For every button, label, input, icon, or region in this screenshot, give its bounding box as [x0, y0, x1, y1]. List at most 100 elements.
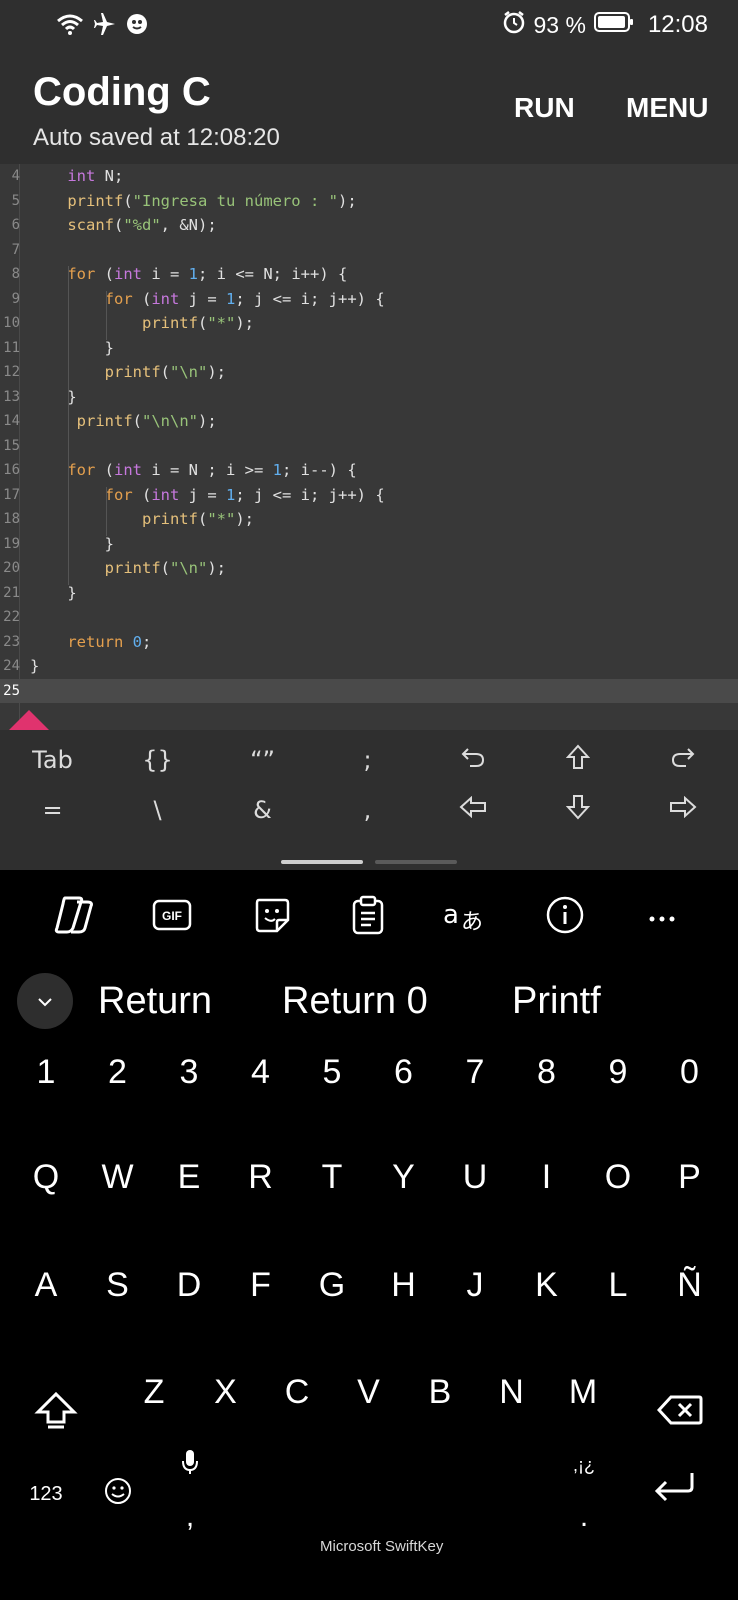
key-a[interactable]: A — [14, 1253, 78, 1317]
code-line[interactable]: 5 printf("Ingresa tu número : "); — [0, 189, 738, 214]
backspace-key[interactable] — [648, 1382, 712, 1446]
key-l[interactable]: L — [586, 1253, 650, 1317]
key-2[interactable]: 2 — [86, 1040, 150, 1104]
run-button[interactable]: RUN — [514, 92, 575, 124]
cursor-left-button[interactable] — [420, 780, 525, 840]
key-v[interactable]: V — [337, 1360, 401, 1424]
code-line[interactable]: 13 } — [0, 385, 738, 410]
key-9[interactable]: 9 — [586, 1040, 650, 1104]
key-ñ[interactable]: Ñ — [658, 1253, 722, 1317]
emoji-key[interactable] — [86, 1462, 150, 1526]
code-line[interactable]: 8 for (int i = 1; i <= N; i++) { — [0, 262, 738, 287]
key-k[interactable]: K — [515, 1253, 579, 1317]
key-s[interactable]: S — [86, 1253, 150, 1317]
suggestion-3[interactable]: Printf — [512, 980, 601, 1023]
key-f[interactable]: F — [229, 1253, 293, 1317]
code-line[interactable]: 22 — [0, 605, 738, 630]
battery-icon — [593, 11, 634, 39]
key-c[interactable]: C — [265, 1360, 329, 1424]
key-i[interactable]: I — [515, 1145, 579, 1209]
backspace-icon — [656, 1394, 703, 1435]
key-g[interactable]: G — [300, 1253, 364, 1317]
more-options-button[interactable] — [632, 892, 692, 942]
code-line[interactable]: 7 — [0, 238, 738, 263]
key-8[interactable]: 8 — [515, 1040, 579, 1104]
key-0[interactable]: 0 — [658, 1040, 722, 1104]
code-line[interactable]: 18 printf("*"); — [0, 507, 738, 532]
code-line[interactable]: 10 printf("*"); — [0, 311, 738, 336]
key-e[interactable]: E — [157, 1145, 221, 1209]
key-o[interactable]: O — [586, 1145, 650, 1209]
menu-button[interactable]: MENU — [626, 92, 708, 124]
line-number: 21 — [3, 584, 20, 601]
key-z[interactable]: Z — [122, 1360, 186, 1424]
key-y[interactable]: Y — [372, 1145, 436, 1209]
key-6[interactable]: 6 — [372, 1040, 436, 1104]
translate-button[interactable]: aあ — [434, 892, 494, 942]
key-d[interactable]: D — [157, 1253, 221, 1317]
code-line[interactable]: 20 printf("\n"); — [0, 556, 738, 581]
code-line[interactable]: 19 } — [0, 532, 738, 557]
suggestion-2[interactable]: Return 0 — [282, 980, 428, 1023]
enter-key[interactable] — [642, 1458, 706, 1522]
info-button[interactable] — [535, 892, 595, 942]
key-u[interactable]: U — [443, 1145, 507, 1209]
key-r[interactable]: R — [229, 1145, 293, 1209]
line-number: 12 — [3, 364, 20, 380]
backslash-key[interactable]: \ — [105, 780, 210, 840]
code-line[interactable]: 21 } — [0, 581, 738, 606]
code-text: } — [30, 338, 114, 357]
key-7[interactable]: 7 — [443, 1040, 507, 1104]
code-line[interactable]: 9 for (int j = 1; j <= i; j++) { — [0, 287, 738, 312]
key-p[interactable]: P — [658, 1145, 722, 1209]
key-m[interactable]: M — [551, 1360, 615, 1424]
spacebar[interactable] — [238, 1470, 538, 1540]
key-1[interactable]: 1 — [14, 1040, 78, 1104]
code-line[interactable]: 25 — [0, 678, 738, 703]
code-text: printf("Ingresa tu número : "); — [67, 191, 357, 210]
code-line[interactable]: 14 printf("\n\n"); — [0, 409, 738, 434]
code-editor[interactable]: 4 int N; 5 printf("Ingresa tu número : ")… — [0, 164, 738, 730]
key-q[interactable]: Q — [14, 1145, 78, 1209]
equals-key[interactable]: = — [0, 780, 105, 840]
code-line[interactable]: 17 for (int j = 1; j <= i; j++) { — [0, 483, 738, 508]
key-n[interactable]: N — [480, 1360, 544, 1424]
code-line[interactable]: 23 return 0; — [0, 630, 738, 655]
cursor-right-button[interactable] — [630, 780, 735, 840]
code-line[interactable]: 4 int N; — [0, 164, 738, 189]
numbers-key[interactable]: 123 — [14, 1462, 78, 1526]
gif-button[interactable]: GIF — [142, 892, 202, 942]
copilot-button[interactable] — [44, 892, 104, 942]
microphone-icon — [180, 1446, 200, 1485]
code-line[interactable]: 6 scanf("%d", &N); — [0, 213, 738, 238]
expand-suggestions-button[interactable] — [17, 973, 73, 1029]
suggestion-1[interactable]: Return — [98, 980, 212, 1023]
ampersand-key[interactable]: & — [210, 780, 315, 840]
key-5[interactable]: 5 — [300, 1040, 364, 1104]
code-line[interactable]: 12 printf("\n"); — [0, 360, 738, 385]
key-x[interactable]: X — [194, 1360, 258, 1424]
code-line[interactable]: 16 for (int i = N ; i >= 1; i--) { — [0, 458, 738, 483]
key-t[interactable]: T — [300, 1145, 364, 1209]
cursor-down-button[interactable] — [525, 780, 630, 840]
clipboard-button[interactable] — [338, 892, 398, 942]
key-j[interactable]: J — [443, 1253, 507, 1317]
key-w[interactable]: W — [86, 1145, 150, 1209]
line-number: 25 — [3, 682, 20, 699]
key-3[interactable]: 3 — [157, 1040, 221, 1104]
key-b[interactable]: B — [408, 1360, 472, 1424]
comma-keyboard-key[interactable]: , — [158, 1485, 222, 1549]
code-line[interactable]: 11 } — [0, 336, 738, 361]
key-h[interactable]: H — [372, 1253, 436, 1317]
code-line[interactable]: 24} — [0, 654, 738, 679]
text-cursor-handle[interactable] — [9, 710, 49, 730]
sticker-button[interactable] — [242, 892, 302, 942]
code-line[interactable]: 15 — [0, 434, 738, 459]
voice-input-key[interactable] — [158, 1445, 222, 1485]
period-key[interactable]: . — [552, 1485, 616, 1549]
line-number: 4 — [11, 168, 20, 184]
comma-key[interactable]: , — [315, 780, 420, 840]
shift-key[interactable] — [24, 1382, 88, 1446]
code-text: printf("\n\n"); — [76, 412, 217, 430]
key-4[interactable]: 4 — [229, 1040, 293, 1104]
